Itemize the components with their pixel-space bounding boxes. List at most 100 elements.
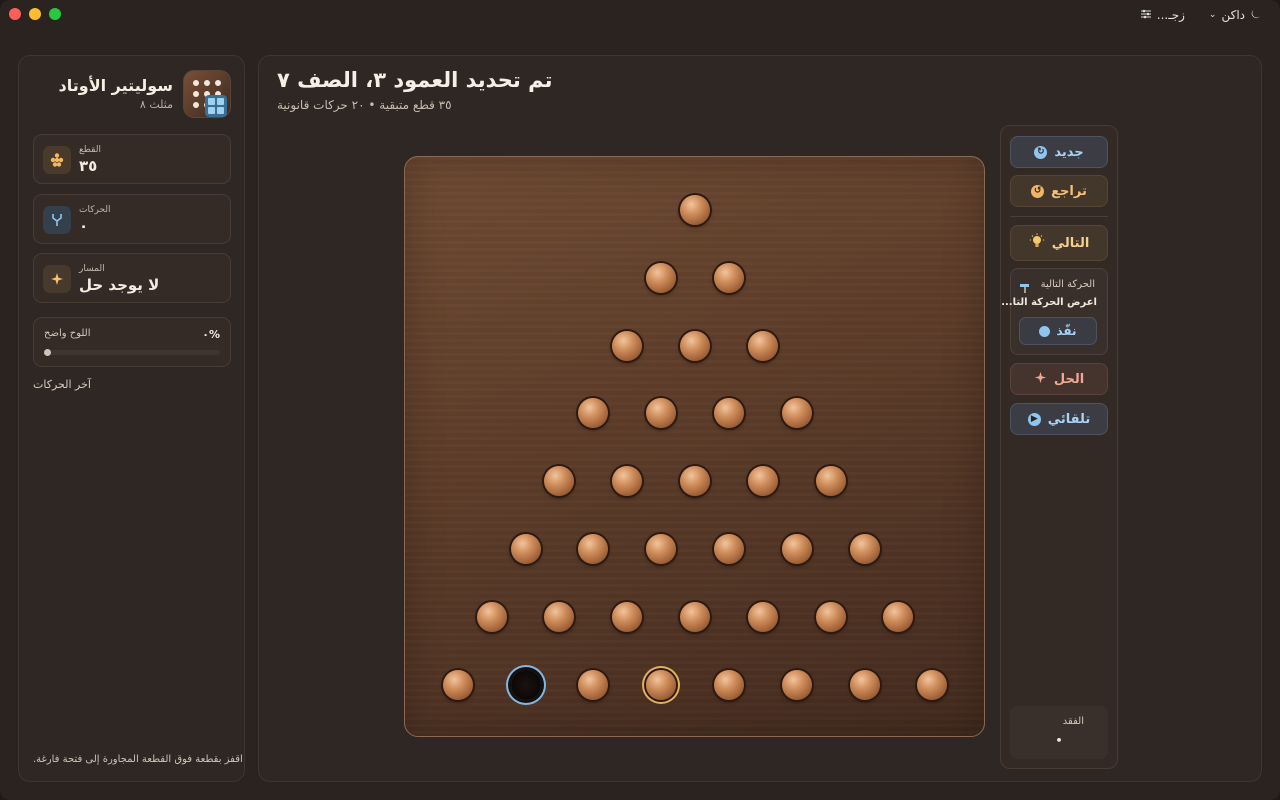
peg[interactable] xyxy=(612,601,643,632)
status-subtitle: ٣٥ قطع متبقية • ٢٠ حركات قانونية xyxy=(277,98,452,112)
moves-value: ٠ xyxy=(79,217,89,235)
autoplay-label: تلقائي xyxy=(1047,411,1091,427)
peg[interactable] xyxy=(747,601,778,632)
game-hint: اقفز بقطعة فوق القطعة المجاورة إلى فتحة … xyxy=(33,754,243,765)
peg[interactable] xyxy=(713,262,744,293)
execute-label: نفّذ xyxy=(1056,324,1077,338)
peg[interactable] xyxy=(815,601,846,632)
peg[interactable] xyxy=(713,669,744,700)
theme-menu-button[interactable]: داكن ⌄ xyxy=(1201,4,1270,26)
progress-label: اللوح واضح xyxy=(44,328,91,339)
board-layout-button[interactable] xyxy=(205,95,227,117)
moves-label: الحركات xyxy=(79,205,111,215)
sparkle-icon xyxy=(1034,371,1047,388)
next-hint-button[interactable]: التالي xyxy=(1010,225,1108,261)
theme-label: داكن xyxy=(1221,8,1245,22)
empty-hole[interactable] xyxy=(510,669,541,700)
next-hint-label: التالي xyxy=(1051,235,1090,251)
execute-move-button[interactable]: نفّذ xyxy=(1019,317,1097,345)
arrow-right-circle-icon xyxy=(1039,325,1051,337)
peg[interactable] xyxy=(544,466,575,497)
new-game-button[interactable]: جديد ↻ xyxy=(1010,136,1108,168)
peg[interactable] xyxy=(578,669,609,700)
progress-bar xyxy=(44,349,220,356)
path-stat-card: المسار لا يوجد حل xyxy=(33,253,231,303)
undo-icon: ↺ xyxy=(1031,184,1045,198)
board-clear-progress-card: اللوح واضح ٠% xyxy=(33,317,231,367)
peg[interactable] xyxy=(849,669,880,700)
close-window-button[interactable] xyxy=(9,8,21,20)
minimize-window-button[interactable] xyxy=(29,8,41,20)
undo-button[interactable]: تراجع ↺ xyxy=(1010,175,1108,207)
peg[interactable] xyxy=(680,195,710,225)
peg[interactable] xyxy=(680,330,710,361)
peg[interactable] xyxy=(612,330,643,361)
board-type-label: مثلث ٨ xyxy=(139,98,173,111)
peg[interactable] xyxy=(713,534,744,564)
peg[interactable] xyxy=(815,466,846,497)
recent-moves-title: آخر الحركات xyxy=(33,378,91,391)
signpost-icon xyxy=(1019,279,1031,298)
peg[interactable] xyxy=(646,534,677,564)
peg[interactable] xyxy=(442,669,473,700)
loss-label: الفقد xyxy=(1062,716,1084,727)
zoom-window-button[interactable] xyxy=(49,8,61,20)
selected-peg[interactable] xyxy=(646,669,677,700)
peg[interactable] xyxy=(747,466,778,497)
peg[interactable] xyxy=(578,398,609,429)
peg[interactable] xyxy=(781,534,812,564)
peg[interactable] xyxy=(680,466,710,497)
peg[interactable] xyxy=(883,601,914,632)
peg[interactable] xyxy=(510,534,541,564)
controls-panel: جديد ↻ تراجع ↺ التالي الحركة التالية اعر… xyxy=(1000,125,1118,769)
next-move-text: اعرض الحركة التا... xyxy=(1001,297,1097,308)
pieces-icon xyxy=(43,146,71,174)
sliders-icon xyxy=(1140,8,1152,23)
pieces-stat-card: القطع ٣٥ xyxy=(33,134,231,184)
autoplay-button[interactable]: تلقائي ▶ xyxy=(1010,403,1108,435)
refresh-icon: ↻ xyxy=(1034,145,1048,159)
peg[interactable] xyxy=(849,534,880,564)
status-title: تم تحديد العمود ٣، الصف ٧ xyxy=(277,68,553,92)
peg[interactable] xyxy=(476,601,507,632)
peg[interactable] xyxy=(680,601,710,632)
peg[interactable] xyxy=(544,601,575,632)
peg[interactable] xyxy=(612,466,643,497)
app-header: سوليتير الأوتاد مثلث ٨ xyxy=(33,70,231,120)
peg[interactable] xyxy=(646,262,677,293)
chevron-down-icon: ⌄ xyxy=(1208,10,1217,20)
title-bar: داكن ⌄ زجـ... xyxy=(0,0,1280,30)
peg[interactable] xyxy=(781,669,812,700)
peg[interactable] xyxy=(713,398,744,429)
sidebar: سوليتير الأوتاد مثلث ٨ القطع ٣٥ الحركات … xyxy=(18,55,245,782)
pieces-value: ٣٥ xyxy=(79,157,98,175)
undo-label: تراجع xyxy=(1051,183,1087,199)
app-title: سوليتير الأوتاد xyxy=(58,76,173,95)
glass-style-button[interactable]: زجـ... xyxy=(1132,4,1193,26)
solve-label: الحل xyxy=(1053,371,1085,387)
play-icon: ▶ xyxy=(1027,412,1041,426)
branch-icon xyxy=(43,206,71,234)
new-game-label: جديد xyxy=(1054,144,1084,160)
path-label: المسار xyxy=(79,264,105,274)
peg[interactable] xyxy=(917,669,948,700)
peg[interactable] xyxy=(578,534,609,564)
next-move-title: الحركة التالية xyxy=(1040,279,1095,290)
peg[interactable] xyxy=(781,398,812,429)
peg[interactable] xyxy=(747,330,778,361)
main-panel: تم تحديد العمود ٣، الصف ٧ ٣٥ قطع متبقية … xyxy=(258,55,1262,782)
progress-indicator xyxy=(44,349,51,356)
app-window: داكن ⌄ زجـ... سوليتير الأوتاد مثلث ٨ الق… xyxy=(0,0,1280,800)
divider xyxy=(1010,216,1108,217)
sparkle-icon xyxy=(43,265,71,293)
path-value: لا يوجد حل xyxy=(79,276,160,294)
solve-button[interactable]: الحل xyxy=(1010,363,1108,395)
next-move-card: الحركة التالية اعرض الحركة التا... نفّذ xyxy=(1001,268,1108,355)
loss-card: الفقد • xyxy=(1010,706,1108,759)
progress-percent: ٠% xyxy=(202,328,220,341)
loss-value: • xyxy=(1055,734,1063,747)
peg[interactable] xyxy=(646,398,677,429)
lightbulb-icon xyxy=(1029,233,1045,253)
moves-stat-card: الحركات ٠ xyxy=(33,194,231,244)
game-board xyxy=(404,156,985,737)
